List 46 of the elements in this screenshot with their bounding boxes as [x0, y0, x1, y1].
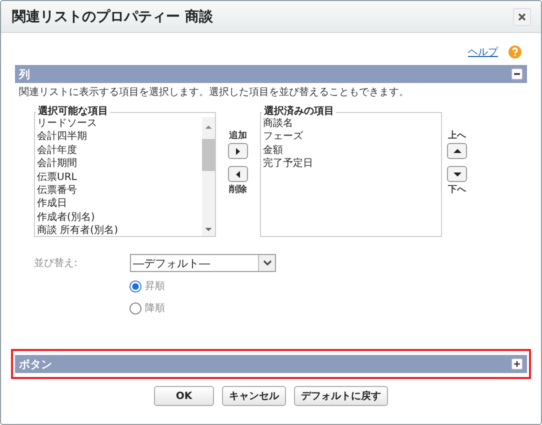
move-down-button[interactable]	[447, 166, 467, 182]
plus-icon	[512, 358, 522, 370]
collapse-button[interactable]	[511, 68, 523, 80]
caret-icon	[262, 260, 272, 266]
expand-button[interactable]	[511, 358, 523, 370]
sort-label: 並び替え:	[34, 256, 78, 270]
help-link[interactable]: ヘルプ	[468, 45, 498, 59]
scrollbar[interactable]	[202, 117, 215, 236]
selected-list[interactable]: 選択済みの項目 商談名 フェーズ 金額 完了予定日	[260, 107, 442, 237]
scrollbar-thumb[interactable]	[202, 139, 215, 171]
add-label: 追加	[229, 129, 247, 142]
list-item[interactable]: 金額	[263, 144, 283, 158]
up-label: 上へ	[448, 129, 466, 142]
remove-label: 削除	[229, 183, 247, 196]
sort-dropdown[interactable]: ―デフォルト―	[130, 254, 276, 272]
cancel-button[interactable]: キャンセル	[222, 386, 286, 406]
scroll-down-icon[interactable]	[204, 225, 213, 234]
sort-order-radio[interactable]: 昇順	[129, 279, 165, 293]
remove-button[interactable]	[228, 166, 248, 182]
reset-button[interactable]: デフォルトに戻す	[294, 386, 388, 406]
section-title: 列	[19, 66, 30, 82]
list-legend: 選択済みの項目	[262, 107, 336, 117]
section-title: ボタン	[19, 356, 52, 372]
down-label: 下へ	[448, 184, 466, 196]
add-button[interactable]	[228, 143, 248, 159]
close-button[interactable]	[513, 8, 531, 26]
list-legend: 選択可能な項目	[36, 107, 110, 117]
sort-order-radio[interactable]: 降順	[129, 301, 165, 315]
ok-button[interactable]: OK	[154, 386, 214, 406]
list-item[interactable]: 伝票番号	[37, 184, 77, 198]
list-item[interactable]: リードソース	[37, 117, 97, 130]
close-icon	[518, 12, 526, 20]
list-item[interactable]: 作成日	[37, 197, 67, 211]
list-item[interactable]: 会計期間	[37, 157, 77, 171]
list-item[interactable]: 伝票URL	[37, 170, 77, 184]
window-title: 関連リストのプロパティー 商談	[12, 8, 214, 26]
list-item[interactable]: 作成者(別名)	[37, 210, 95, 224]
list-item[interactable]: フェーズ	[263, 130, 303, 144]
section-description: 関連リストに表示する項目を選択します。選択した項目を並び替えることもできます。	[18, 86, 410, 100]
list-item[interactable]: 会計四半期	[37, 130, 87, 144]
move-up-button[interactable]	[447, 143, 467, 159]
available-list[interactable]: 選択可能な項目 リードソース 会計四半期 会計年度 会計期間 伝票URL 伝票番号 作成日 作成者(別名) 商談 所有者(別名)	[34, 107, 216, 237]
list-item[interactable]: 完了予定日	[263, 157, 313, 171]
list-item[interactable]: 会計年度	[37, 144, 77, 158]
list-item[interactable]: 商談名	[263, 117, 293, 130]
list-item[interactable]: 商談 所有者(別名)	[37, 224, 118, 238]
